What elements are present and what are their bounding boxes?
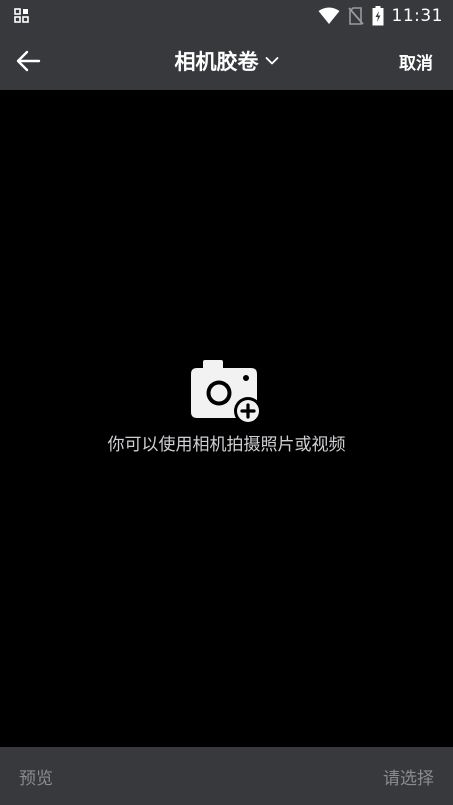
no-sim-icon (347, 7, 364, 25)
camera-add-icon[interactable] (190, 358, 263, 426)
empty-message: 你可以使用相机拍摄照片或视频 (107, 435, 346, 455)
battery-charging-icon (372, 6, 383, 26)
preview-button[interactable]: 预览 (19, 747, 53, 805)
bottom-bar: 预览 请选择 (0, 747, 453, 805)
status-icons: 11:31 (318, 0, 444, 32)
cancel-button[interactable]: 取消 (399, 32, 433, 90)
select-button[interactable]: 请选择 (383, 747, 434, 805)
notification-grid-icon (14, 8, 29, 23)
screen: 11:31 相机胶卷 取消 你可以使用相机拍摄照片或视频 预览 请选择 (0, 0, 453, 805)
empty-state: 你可以使用相机拍摄照片或视频 (0, 358, 453, 455)
chevron-down-icon (265, 57, 278, 65)
wifi-icon (318, 7, 339, 24)
top-bar: 相机胶卷 取消 (0, 32, 453, 90)
album-selector[interactable]: 相机胶卷 (0, 32, 453, 90)
page-title: 相机胶卷 (174, 50, 259, 74)
status-bar: 11:31 (0, 0, 453, 32)
status-time: 11:31 (391, 6, 443, 26)
